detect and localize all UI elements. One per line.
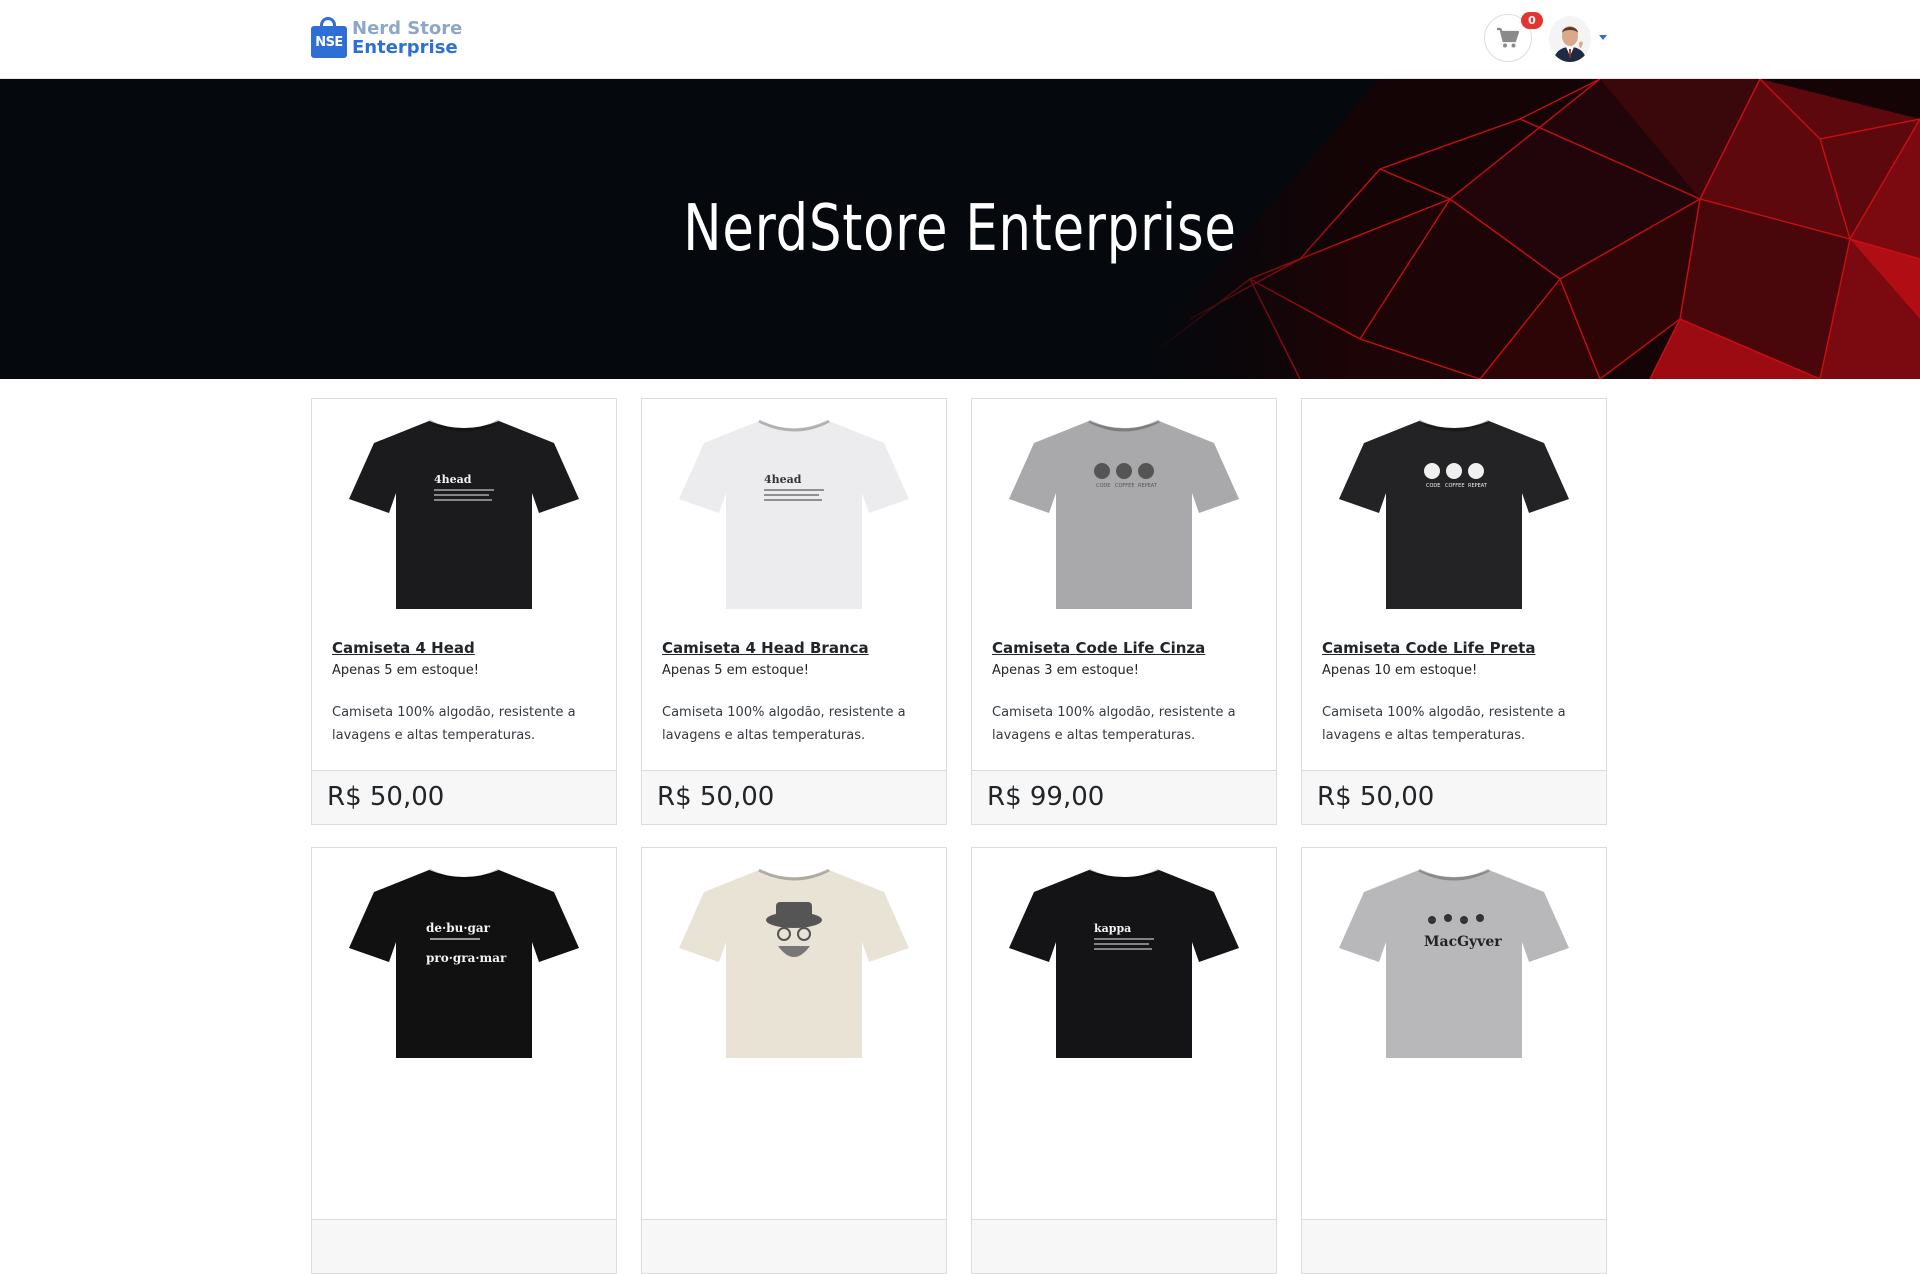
product-price: R$ 50,00	[1317, 782, 1435, 812]
product-card[interactable]: CODE COFFEE REPEAT Camiseta Code Life Cinz…	[971, 398, 1277, 825]
tshirt-image: MacGyver	[1339, 868, 1569, 1058]
product-card[interactable]	[641, 847, 947, 1274]
product-card-footer	[1302, 1219, 1606, 1273]
product-stock: Apenas 5 em estoque!	[662, 663, 809, 678]
product-card-body: Camiseta Code Life Preta Apenas 10 em es…	[1322, 639, 1588, 747]
svg-text:4head: 4head	[764, 473, 802, 486]
product-description: Camiseta 100% algodão, resistente a lava…	[992, 705, 1236, 743]
product-description: Camiseta 100% algodão, resistente a lava…	[332, 705, 576, 743]
svg-text:REPEAT: REPEAT	[1468, 483, 1488, 489]
product-card-footer: R$ 50,00	[312, 770, 616, 824]
product-image[interactable]: 4head	[312, 399, 616, 629]
shopping-cart-icon	[1497, 27, 1520, 48]
product-card-footer	[312, 1219, 616, 1273]
product-title-link[interactable]: Camiseta 4 Head Branca	[662, 639, 928, 657]
svg-text:COFFEE: COFFEE	[1445, 483, 1465, 489]
product-card-footer: R$ 99,00	[972, 770, 1276, 824]
shopping-bag-logo-icon: NSE	[311, 17, 347, 59]
product-card[interactable]: 4head Camiseta 4 Head Branca Apenas 5 em…	[641, 398, 947, 825]
logo-badge-text: NSE	[311, 26, 347, 58]
brand-name-line1: Nerd Store	[352, 18, 463, 39]
tshirt-image: CODE COFFEE REPEAT	[1009, 419, 1239, 609]
product-image[interactable]: MacGyver	[1302, 848, 1606, 1078]
product-card-footer: R$ 50,00	[1302, 770, 1606, 824]
tshirt-image: 4head	[679, 419, 909, 609]
svg-text:COFFEE: COFFEE	[1115, 483, 1135, 489]
product-price: R$ 99,00	[987, 782, 1105, 812]
product-description: Camiseta 100% algodão, resistente a lava…	[662, 705, 906, 743]
product-card-footer	[972, 1219, 1276, 1273]
product-price: R$ 50,00	[657, 782, 775, 812]
brand-logo-link[interactable]: NSE Nerd Store Enterprise	[311, 17, 462, 59]
product-card-footer: R$ 50,00	[642, 770, 946, 824]
tshirt-image: de·bu·gar pro·gra·mar	[349, 868, 579, 1058]
product-image[interactable]: 4head	[642, 399, 946, 629]
product-card-body: Camiseta 4 Head Branca Apenas 5 em estoq…	[662, 639, 928, 747]
top-navbar: NSE Nerd Store Enterprise 0	[0, 0, 1920, 79]
hero-title: NerdStore Enterprise	[683, 192, 1237, 266]
user-avatar[interactable]	[1549, 16, 1591, 62]
svg-text:REPEAT: REPEAT	[1138, 483, 1158, 489]
product-image[interactable]: kappa	[972, 848, 1276, 1078]
product-title-link[interactable]: Camiseta 4 Head	[332, 639, 598, 657]
product-card-body: Camiseta Code Life Cinza Apenas 3 em est…	[992, 639, 1258, 747]
product-card[interactable]: de·bu·gar pro·gra·mar	[311, 847, 617, 1274]
product-card-body	[992, 1088, 1258, 1111]
svg-text:kappa: kappa	[1094, 922, 1131, 935]
product-card-body	[332, 1088, 598, 1111]
svg-text:CODE: CODE	[1426, 483, 1440, 489]
product-title-link[interactable]: Camiseta Code Life Cinza	[992, 639, 1258, 657]
product-card[interactable]: 4head Camiseta 4 Head Apenas 5 em estoqu…	[311, 398, 617, 825]
product-stock: Apenas 5 em estoque!	[332, 663, 479, 678]
product-title-link[interactable]: Camiseta Code Life Preta	[1322, 639, 1588, 657]
product-image[interactable]: de·bu·gar pro·gra·mar	[312, 848, 616, 1078]
cart-count-badge: 0	[1521, 12, 1543, 29]
tshirt-image: 4head	[349, 419, 579, 609]
product-card-footer	[642, 1219, 946, 1273]
product-stock: Apenas 3 em estoque!	[992, 663, 1139, 678]
svg-text:CODE: CODE	[1096, 483, 1110, 489]
product-card[interactable]: CODE COFFEE REPEAT Camiseta Code Life Pret…	[1301, 398, 1607, 825]
product-image[interactable]: CODE COFFEE REPEAT	[1302, 399, 1606, 629]
product-image[interactable]: CODE COFFEE REPEAT	[972, 399, 1276, 629]
product-card-body: Camiseta 4 Head Apenas 5 em estoque! Cam…	[332, 639, 598, 747]
product-card[interactable]: MacGyver	[1301, 847, 1607, 1274]
tshirt-image: CODE COFFEE REPEAT	[1339, 419, 1569, 609]
product-card[interactable]: kappa	[971, 847, 1277, 1274]
product-card-body	[662, 1088, 928, 1111]
product-card-body	[1322, 1088, 1588, 1111]
svg-text:de·bu·gar: de·bu·gar	[426, 921, 491, 935]
product-image[interactable]	[642, 848, 946, 1078]
brand-name-line2: Enterprise	[352, 37, 458, 58]
tshirt-image	[679, 868, 909, 1058]
product-price: R$ 50,00	[327, 782, 445, 812]
svg-text:MacGyver: MacGyver	[1424, 934, 1502, 950]
svg-text:4head: 4head	[434, 473, 472, 486]
user-menu-dropdown-icon[interactable]	[1599, 35, 1607, 40]
hero-banner: NerdStore Enterprise	[0, 79, 1920, 379]
product-stock: Apenas 10 em estoque!	[1322, 663, 1478, 678]
product-description: Camiseta 100% algodão, resistente a lava…	[1322, 705, 1566, 743]
tshirt-image: kappa	[1009, 868, 1239, 1058]
